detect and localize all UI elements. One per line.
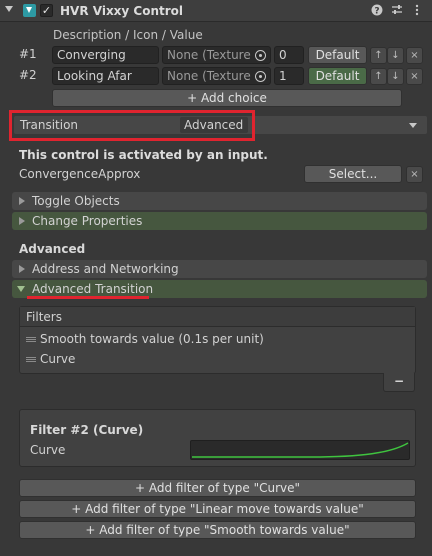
collapse-arrow-icon[interactable] <box>5 6 13 12</box>
curve-field-label: Curve <box>30 443 66 457</box>
enabled-checkbox[interactable]: ✓ <box>40 4 53 17</box>
toggle-objects-foldout[interactable]: Toggle Objects <box>12 192 427 210</box>
choice-description-input[interactable]: Converging <box>52 46 159 64</box>
filter-item-label: Smooth towards value (0.1s per unit) <box>40 332 264 346</box>
default-button-active[interactable]: Default <box>308 67 367 85</box>
curve-field[interactable] <box>190 440 410 460</box>
choice-index: #2 <box>19 68 37 82</box>
filters-title: Filters <box>26 310 62 324</box>
highlight-underline <box>27 296 149 299</box>
choice-icon-value: None (Texture <box>167 48 251 62</box>
remove-filter-button[interactable]: − <box>383 373 415 392</box>
foldout-closed-arrow-icon <box>19 197 25 205</box>
component-logo-icon <box>23 4 36 17</box>
filters-list: Filters Smooth towards value (0.1s per u… <box>19 306 416 374</box>
move-up-icon[interactable]: ↑ <box>370 68 387 85</box>
add-choice-button[interactable]: + Add choice <box>52 89 402 107</box>
clear-input-icon[interactable]: × <box>406 166 423 183</box>
choice-icon-field[interactable]: None (Texture <box>162 67 271 85</box>
remove-choice-icon[interactable]: × <box>406 68 423 85</box>
filters-list-header: Filters <box>20 307 415 327</box>
preset-sliders-icon[interactable] <box>390 4 404 18</box>
help-icon[interactable]: ? <box>370 4 384 18</box>
drag-handle-icon[interactable] <box>26 357 36 362</box>
address-networking-label: Address and Networking <box>32 262 179 276</box>
toggle-objects-label: Toggle Objects <box>32 194 120 208</box>
filter-detail-panel: Filter #2 (Curve) Curve <box>19 409 416 467</box>
more-options-icon[interactable] <box>410 4 424 18</box>
choice-value-input[interactable]: 0 <box>274 46 304 64</box>
foldout-closed-arrow-icon <box>19 265 25 273</box>
component-title: HVR Vixxy Control <box>60 4 184 18</box>
choice-icon-value: None (Texture <box>167 69 251 83</box>
choices-column-header: Description / Icon / Value <box>53 28 203 42</box>
filter-list-item[interactable]: Smooth towards value (0.1s per unit) <box>20 331 415 349</box>
address-networking-foldout[interactable]: Address and Networking <box>12 260 427 278</box>
foldout-closed-arrow-icon <box>19 217 25 225</box>
move-up-icon[interactable]: ↑ <box>370 47 387 64</box>
advanced-transition-label: Advanced Transition <box>32 282 154 296</box>
choice-icon-field[interactable]: None (Texture <box>162 46 271 64</box>
add-filter-linear-button[interactable]: + Add filter of type "Linear move toward… <box>19 500 416 518</box>
change-properties-foldout[interactable]: Change Properties <box>12 212 427 230</box>
select-input-button[interactable]: Select... <box>304 165 402 183</box>
choice-value-input[interactable]: 1 <box>274 67 304 85</box>
highlight-box <box>9 110 255 141</box>
advanced-section-title: Advanced <box>19 242 86 256</box>
dropdown-arrow-icon[interactable] <box>409 123 417 128</box>
remove-choice-icon[interactable]: × <box>406 47 423 64</box>
add-filter-smooth-button[interactable]: + Add filter of type "Smooth towards val… <box>19 521 416 539</box>
foldout-open-arrow-icon <box>17 286 25 292</box>
move-down-icon[interactable]: ↓ <box>387 68 404 85</box>
choice-description-input[interactable]: Looking Afar <box>52 67 159 85</box>
choice-index: #1 <box>19 47 37 61</box>
object-picker-icon[interactable] <box>255 71 266 82</box>
filter-item-label: Curve <box>40 352 76 366</box>
input-name: ConvergenceApprox <box>19 167 141 181</box>
move-down-icon[interactable]: ↓ <box>387 47 404 64</box>
drag-handle-icon[interactable] <box>26 337 36 342</box>
filter-list-item[interactable]: Curve <box>20 351 415 369</box>
add-filter-curve-button[interactable]: + Add filter of type "Curve" <box>19 479 416 497</box>
object-picker-icon[interactable] <box>255 50 266 61</box>
component-header: ✓ HVR Vixxy Control ? <box>0 0 432 22</box>
default-button[interactable]: Default <box>308 46 367 64</box>
svg-text:?: ? <box>374 7 379 17</box>
change-properties-label: Change Properties <box>32 214 143 228</box>
curve-preview <box>192 442 409 458</box>
filter-detail-title: Filter #2 (Curve) <box>30 423 144 437</box>
activation-notice: This control is activated by an input. <box>19 148 268 162</box>
